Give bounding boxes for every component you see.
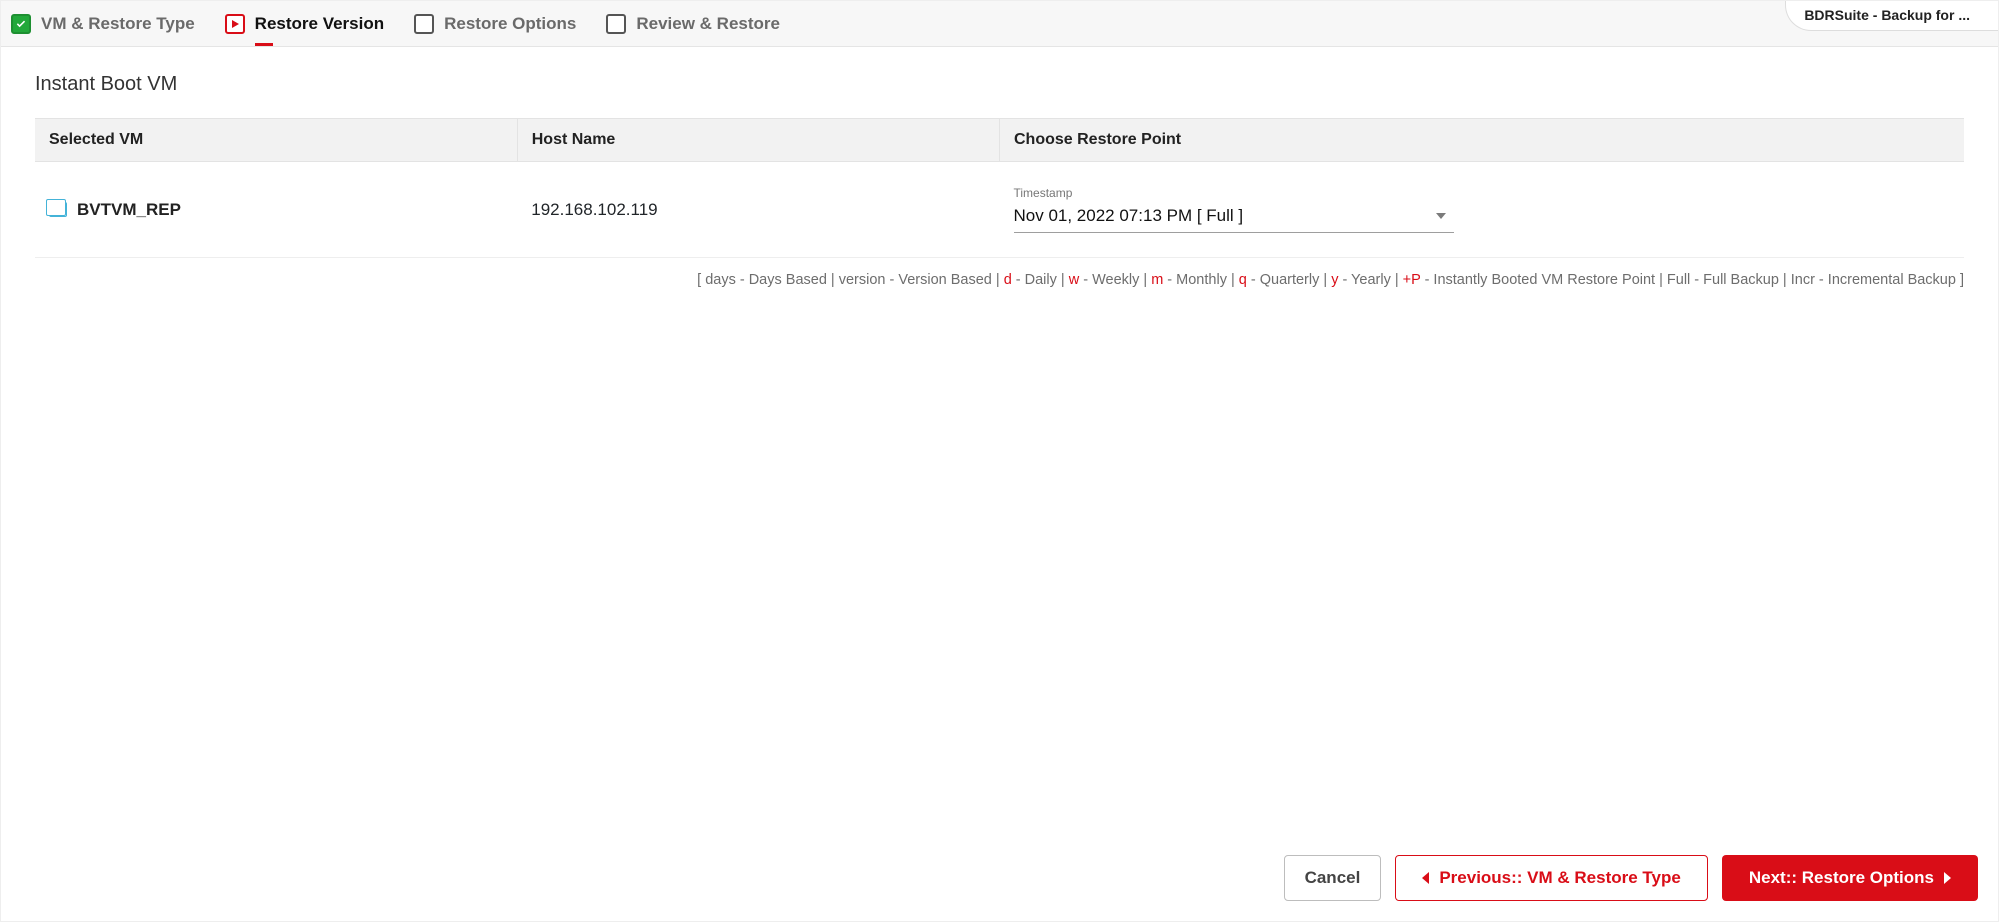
col-header-host-name: Host Name: [517, 119, 999, 162]
square-icon: [606, 14, 626, 34]
next-button-label: Next:: Restore Options: [1749, 868, 1934, 888]
wizard-step-label: VM & Restore Type: [41, 14, 195, 34]
wizard-step-review-restore[interactable]: Review & Restore: [606, 14, 780, 34]
legend-text: [ days - Days Based | version - Version …: [35, 272, 1964, 288]
wizard-step-label: Restore Options: [444, 14, 576, 34]
chevron-left-icon: [1422, 872, 1429, 884]
timestamp-label: Timestamp: [1014, 186, 1454, 200]
page-title: Instant Boot VM: [35, 73, 1964, 96]
wizard-step-label: Review & Restore: [636, 14, 780, 34]
square-icon: [414, 14, 434, 34]
chevron-down-icon: [1436, 213, 1446, 219]
table-row: BVTVM_REP 192.168.102.119 Timestamp Nov …: [35, 162, 1964, 258]
previous-button[interactable]: Previous:: VM & Restore Type: [1395, 855, 1708, 901]
footer-buttons: Cancel Previous:: VM & Restore Type Next…: [1, 841, 1998, 921]
browser-tab-label: BDRSuite - Backup for ...: [1804, 7, 1970, 23]
vm-icon: [49, 202, 67, 217]
cancel-button-label: Cancel: [1305, 868, 1361, 888]
restore-point-value: Nov 01, 2022 07:13 PM [ Full ]: [1014, 206, 1244, 226]
vm-name: BVTVM_REP: [77, 200, 181, 220]
browser-tab[interactable]: BDRSuite - Backup for ...: [1785, 1, 1998, 31]
cancel-button[interactable]: Cancel: [1284, 855, 1382, 901]
wizard-step-restore-options[interactable]: Restore Options: [414, 14, 576, 34]
host-name: 192.168.102.119: [517, 162, 999, 258]
previous-button-label: Previous:: VM & Restore Type: [1439, 868, 1681, 888]
wizard-bar: VM & Restore Type Restore Version Restor…: [1, 1, 1998, 47]
play-icon: [225, 14, 245, 34]
wizard-step-vm-restore-type[interactable]: VM & Restore Type: [11, 14, 195, 34]
wizard-step-restore-version[interactable]: Restore Version: [225, 14, 384, 34]
check-icon: [11, 14, 31, 34]
wizard-step-label: Restore Version: [255, 14, 384, 34]
chevron-right-icon: [1944, 872, 1951, 884]
col-header-selected-vm: Selected VM: [35, 119, 517, 162]
col-header-restore-point: Choose Restore Point: [1000, 119, 1965, 162]
vm-table: Selected VM Host Name Choose Restore Poi…: [35, 118, 1964, 258]
restore-point-dropdown[interactable]: Nov 01, 2022 07:13 PM [ Full ]: [1014, 202, 1454, 233]
next-button[interactable]: Next:: Restore Options: [1722, 855, 1978, 901]
